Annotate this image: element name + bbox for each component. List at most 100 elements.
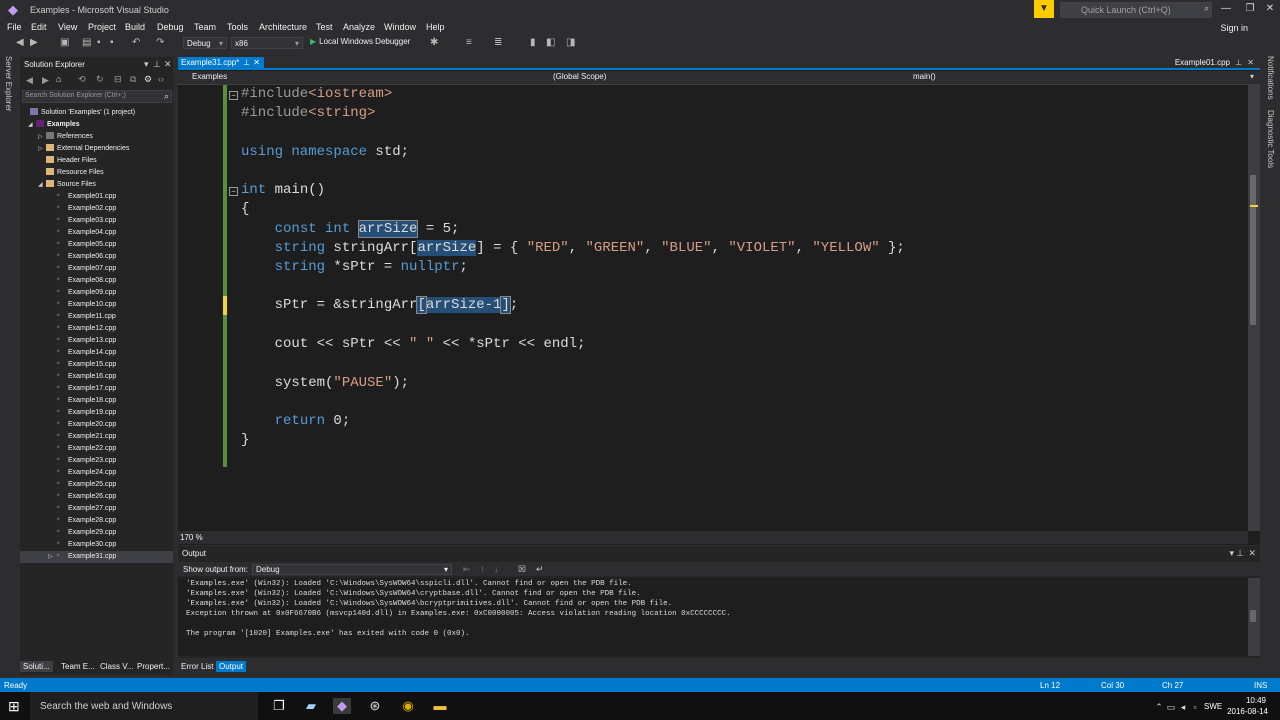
- back-icon[interactable]: ◀: [26, 75, 33, 86]
- bookmark-icon[interactable]: ▮: [530, 37, 536, 48]
- back-icon[interactable]: ◀: [16, 37, 24, 48]
- tree-item-file[interactable]: ▷ ⁺ Example31.cpp: [20, 551, 173, 563]
- close-icon[interactable]: ✕: [164, 59, 172, 70]
- menu-build[interactable]: Build: [125, 22, 145, 32]
- next-message-icon[interactable]: ↓: [494, 564, 499, 574]
- forward-icon[interactable]: ▶: [42, 75, 49, 86]
- tree-item-file[interactable]: ⁺ Example26.cpp: [20, 491, 173, 503]
- code-view-icon[interactable]: ‹›: [158, 74, 164, 84]
- menu-view[interactable]: View: [58, 22, 77, 32]
- scrollbar-thumb[interactable]: [1250, 610, 1256, 622]
- tree-item-file[interactable]: ⁺ Example05.cpp: [20, 239, 173, 251]
- prev-message-icon[interactable]: ↑: [480, 564, 485, 574]
- attach-icon[interactable]: ✱: [430, 37, 438, 48]
- tree-item-file[interactable]: ⁺ Example07.cpp: [20, 263, 173, 275]
- collapse-all-icon[interactable]: ⊟: [114, 74, 122, 85]
- code-area[interactable]: − − #include<iostream> #include<string> …: [178, 85, 1248, 530]
- tree-item-file[interactable]: ⁺ Example13.cpp: [20, 335, 173, 347]
- save-all-icon[interactable]: ▪: [110, 37, 114, 48]
- find-message-icon[interactable]: ⇤: [463, 564, 471, 575]
- editor-vertical-scrollbar[interactable]: [1248, 85, 1260, 531]
- global-scope-dropdown[interactable]: (Global Scope): [553, 72, 606, 81]
- menu-tools[interactable]: Tools: [227, 22, 248, 32]
- tab-output[interactable]: Output: [216, 661, 247, 672]
- tab-class-view[interactable]: Class V...: [97, 661, 137, 672]
- dropdown-icon[interactable]: ▾: [1229, 548, 1234, 559]
- tree-item-file[interactable]: ⁺ Example06.cpp: [20, 251, 173, 263]
- format-icon[interactable]: ≡: [466, 37, 472, 48]
- file-explorer-icon[interactable]: ▬: [431, 698, 449, 714]
- tree-item-file[interactable]: ⁺ Example21.cpp: [20, 431, 173, 443]
- tree-item-file[interactable]: ⁺ Example24.cpp: [20, 467, 173, 479]
- clock-date[interactable]: 2016-08-14: [1226, 707, 1268, 716]
- output-text-area[interactable]: 'Examples.exe' (Win32): Loaded 'C:\Windo…: [178, 578, 1248, 656]
- clock-time[interactable]: 10:49: [1226, 696, 1266, 705]
- comment-icon[interactable]: ≣: [494, 37, 502, 48]
- sync-icon[interactable]: ⟲: [78, 74, 86, 85]
- new-project-icon[interactable]: ▣: [60, 37, 69, 48]
- chevron-down-icon[interactable]: ▾: [1250, 72, 1254, 81]
- zoom-level-dropdown[interactable]: 170 %: [180, 533, 203, 542]
- input-language[interactable]: SWE: [1204, 702, 1222, 711]
- collapse-main-icon[interactable]: −: [229, 187, 238, 196]
- tree-item-file[interactable]: ⁺ Example01.cpp: [20, 191, 173, 203]
- tree-item-header-files[interactable]: Header Files: [20, 155, 173, 167]
- home-icon[interactable]: ⌂: [56, 74, 61, 84]
- tree-item-file[interactable]: ⁺ Example19.cpp: [20, 407, 173, 419]
- close-icon[interactable]: ✕: [1248, 548, 1256, 559]
- menu-file[interactable]: File: [7, 22, 22, 32]
- notifications-tab[interactable]: Notifications: [1266, 56, 1275, 100]
- output-source-dropdown[interactable]: Debug ▾: [252, 564, 452, 575]
- menu-debug[interactable]: Debug: [157, 22, 184, 32]
- taskbar-search-box[interactable]: Search the web and Windows: [30, 692, 258, 720]
- start-debugging-button[interactable]: ▶ Local Windows Debugger: [310, 37, 410, 46]
- undo-icon[interactable]: ↶: [132, 37, 140, 48]
- menu-team[interactable]: Team: [194, 22, 216, 32]
- close-tab-icon[interactable]: ✕: [253, 57, 260, 69]
- tree-item-file[interactable]: ⁺ Example20.cpp: [20, 419, 173, 431]
- redo-icon[interactable]: ↷: [156, 37, 164, 48]
- tree-item-file[interactable]: ⁺ Example02.cpp: [20, 203, 173, 215]
- tree-item-file[interactable]: ⁺ Example03.cpp: [20, 215, 173, 227]
- menu-window[interactable]: Window: [384, 22, 416, 32]
- menu-test[interactable]: Test: [316, 22, 333, 32]
- word-wrap-icon[interactable]: ↵: [536, 564, 544, 575]
- tab-team-explorer[interactable]: Team E...: [58, 661, 98, 672]
- tab-error-list[interactable]: Error List: [178, 661, 216, 672]
- tab-solution-explorer[interactable]: Soluti...: [20, 661, 53, 672]
- app-icon[interactable]: ⊛: [366, 698, 384, 714]
- tree-item-file[interactable]: ⁺ Example18.cpp: [20, 395, 173, 407]
- collapsed-arrow-icon[interactable]: ▷: [48, 551, 56, 563]
- chrome-icon[interactable]: ◉: [399, 698, 417, 714]
- tree-item-file[interactable]: ⁺ Example14.cpp: [20, 347, 173, 359]
- collapse-include-icon[interactable]: −: [229, 91, 238, 100]
- tree-item-file[interactable]: ⁺ Example28.cpp: [20, 515, 173, 527]
- tab-example01[interactable]: Example01.cpp: [1175, 58, 1230, 67]
- pin-icon[interactable]: ⊥: [1235, 58, 1242, 67]
- tree-item-source-files[interactable]: ◢ Source Files: [20, 179, 173, 191]
- tree-item-file[interactable]: ⁺ Example09.cpp: [20, 287, 173, 299]
- tree-item-file[interactable]: ⁺ Example11.cpp: [20, 311, 173, 323]
- menu-analyze[interactable]: Analyze: [343, 22, 375, 32]
- solution-search-input[interactable]: Search Solution Explorer (Ctrl+;) ⌕: [22, 90, 172, 103]
- pin-icon[interactable]: ⊥: [153, 59, 161, 70]
- expanded-arrow-icon[interactable]: ◢: [28, 119, 36, 131]
- menu-help[interactable]: Help: [426, 22, 445, 32]
- tree-item-file[interactable]: ⁺ Example12.cpp: [20, 323, 173, 335]
- task-view-icon[interactable]: ❐: [270, 698, 288, 714]
- close-icon[interactable]: ✕: [1247, 58, 1254, 67]
- message-icon[interactable]: ▫: [1186, 699, 1204, 715]
- expanded-arrow-icon[interactable]: ◢: [38, 179, 46, 191]
- save-icon[interactable]: ▪: [97, 37, 101, 48]
- tree-item-file[interactable]: ⁺ Example17.cpp: [20, 383, 173, 395]
- tree-item-file[interactable]: ⁺ Example04.cpp: [20, 227, 173, 239]
- notepad-icon[interactable]: ▰: [302, 698, 320, 714]
- tree-item-resource-files[interactable]: Resource Files: [20, 167, 173, 179]
- open-file-icon[interactable]: ▤: [82, 37, 91, 48]
- pin-icon[interactable]: ⊥: [1236, 548, 1244, 559]
- scrollbar-thumb[interactable]: [1250, 175, 1256, 325]
- pin-icon[interactable]: ⊥: [243, 57, 250, 69]
- menu-architecture[interactable]: Architecture: [259, 22, 307, 32]
- tab-properties[interactable]: Propert...: [134, 661, 173, 672]
- tree-item-file[interactable]: ⁺ Example08.cpp: [20, 275, 173, 287]
